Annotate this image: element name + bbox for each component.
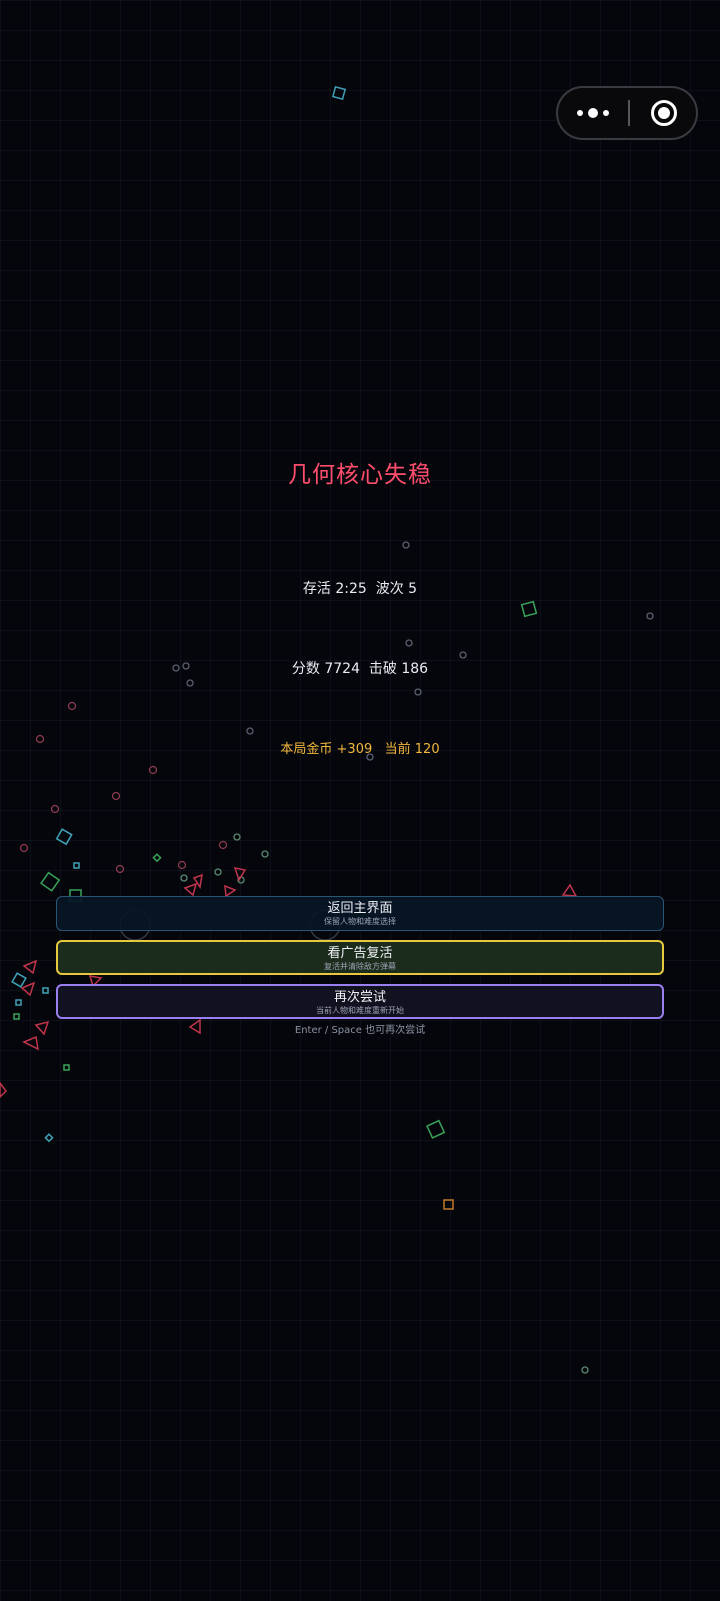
score-kills-stat: 分数 7724 击破 186: [291, 661, 429, 677]
particle-square: [44, 1133, 54, 1143]
retry-button[interactable]: 再次尝试 当前人物和难度重新开始: [56, 984, 664, 1019]
watch-ad-revive-button[interactable]: 看广告复活 复活并清除敌方弹幕: [56, 940, 664, 975]
particle-square: [40, 871, 61, 892]
particle-dot: [180, 874, 188, 882]
survival-wave-stat: 存活 2:25 波次 5: [302, 581, 418, 597]
particle-dot: [646, 612, 654, 620]
particle-square: [73, 862, 80, 869]
particle-dot: [402, 541, 410, 549]
particle-dot: [148, 765, 158, 775]
coins-stat: 本局金币 +309 当前 120: [280, 742, 440, 757]
particle-dot: [246, 727, 254, 735]
particle-dot: [405, 639, 413, 647]
particle-dot: [214, 868, 222, 876]
particle-triangle: [561, 883, 578, 897]
particle-square: [331, 85, 347, 101]
revive-sublabel: 复活并清除敌方弹幕: [324, 962, 396, 971]
target-close-icon: [651, 100, 677, 126]
close-miniprogram-button[interactable]: [630, 88, 698, 138]
retry-sublabel: 当前人物和难度重新开始: [316, 1006, 404, 1015]
particle-triangle: [22, 959, 38, 975]
particle-triangle: [224, 884, 237, 898]
more-menu-button[interactable]: [558, 88, 628, 138]
particle-triangle: [20, 981, 36, 997]
mini-program-capsule: [556, 86, 698, 140]
particle-triangle: [183, 882, 198, 897]
particle-square: [426, 1119, 446, 1139]
particle-square: [520, 600, 538, 618]
return-home-sublabel: 保留人物和难度选择: [324, 917, 396, 926]
game-over-title: 几何核心失稳: [288, 462, 432, 488]
keyboard-hint: Enter / Space 也可再次尝试: [294, 1025, 426, 1036]
game-stage: 几何核心失稳 存活 2:25 波次 5 分数 7724 击破 186 本局金币 …: [0, 0, 720, 1601]
return-home-button[interactable]: 返回主界面 保留人物和难度选择: [56, 896, 664, 931]
particle-dot: [50, 804, 60, 814]
particle-square: [11, 972, 27, 988]
particle-square: [13, 1013, 20, 1020]
return-home-label: 返回主界面: [327, 901, 393, 916]
retry-label: 再次尝试: [333, 990, 386, 1005]
particle-square: [152, 853, 162, 863]
particle-dot: [218, 840, 228, 850]
particle-dot: [233, 833, 241, 841]
particle-dot: [581, 1366, 589, 1374]
more-dots-icon: [577, 108, 609, 118]
particle-triangle: [0, 1081, 7, 1099]
particle-square: [63, 1064, 70, 1071]
revive-label: 看广告复活: [327, 946, 393, 961]
particle-dot: [111, 791, 121, 801]
particle-square: [15, 999, 22, 1006]
particle-dot: [261, 850, 269, 858]
particle-dot: [115, 864, 125, 874]
particle-square: [42, 987, 49, 994]
particle-dot: [67, 701, 77, 711]
particle-triangle: [22, 1035, 39, 1051]
particle-dot: [186, 679, 194, 687]
particle-dot: [177, 860, 187, 870]
particle-dot: [414, 688, 422, 696]
particle-square: [55, 828, 73, 846]
particle-square: [443, 1199, 454, 1210]
background-particles: [0, 85, 654, 1374]
particle-dot: [19, 843, 29, 853]
